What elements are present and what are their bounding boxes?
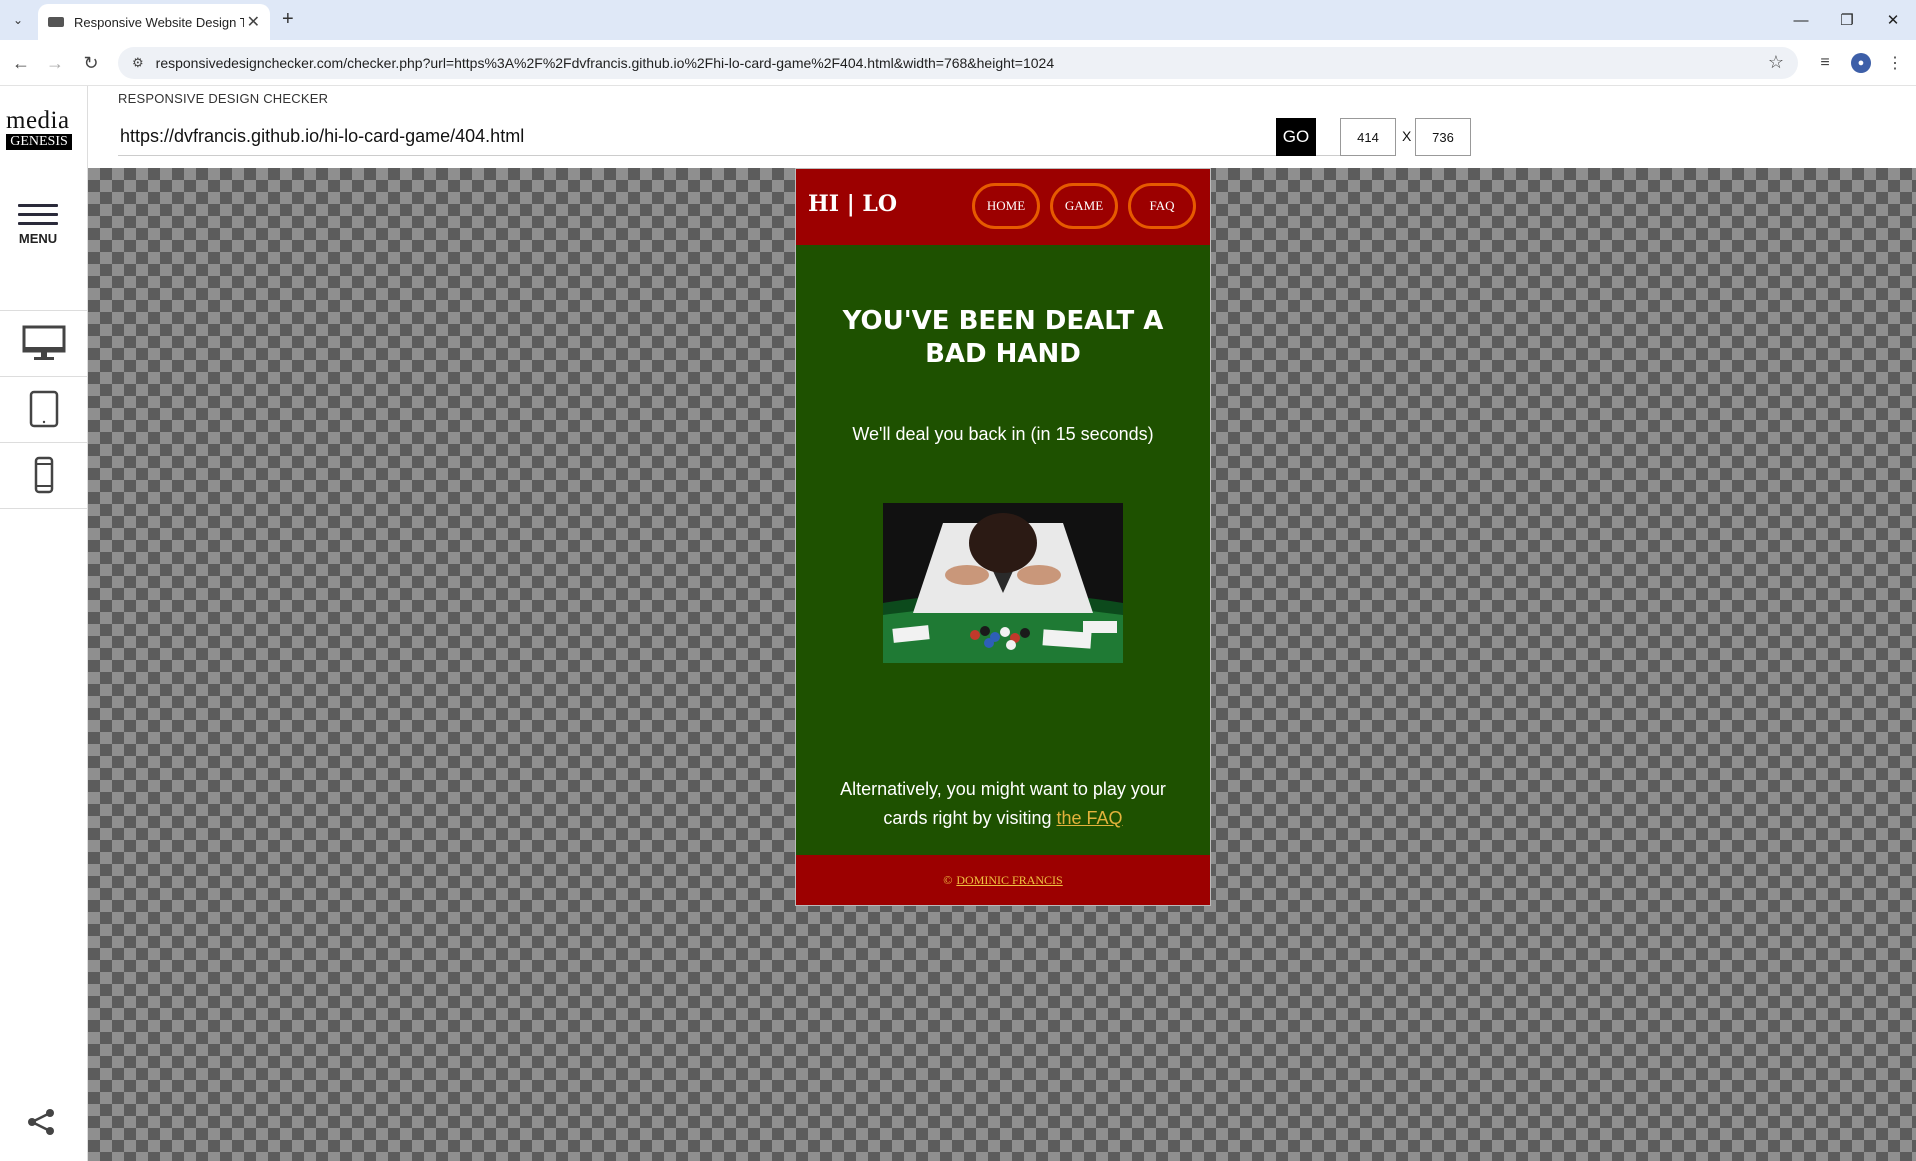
nav-home-button[interactable]: HOME xyxy=(972,183,1040,229)
desktop-icon xyxy=(22,325,66,360)
address-bar[interactable]: ⚙ responsivedesignchecker.com/checker.ph… xyxy=(118,47,1798,79)
nav-faq-button[interactable]: FAQ xyxy=(1128,183,1196,229)
site-navbar: HI | LO HOME GAME FAQ xyxy=(796,169,1210,245)
site-footer: © DOMINIC FRANCIS xyxy=(796,855,1210,905)
restore-icon[interactable]: ❐ xyxy=(1824,0,1870,40)
faq-suggestion: Alternatively, you might want to play yo… xyxy=(826,775,1180,833)
tab-title: Responsive Website Design Tes xyxy=(74,14,244,30)
error-heading: YOU'VE BEEN DEALT A BAD HAND xyxy=(842,306,1164,369)
checker-title: RESPONSIVE DESIGN CHECKER xyxy=(118,91,329,106)
site-brand[interactable]: HI | LO xyxy=(808,191,897,217)
site-main: YOU'VE BEEN DEALT A BAD HAND We'll deal … xyxy=(796,245,1210,855)
new-tab-icon[interactable]: + xyxy=(282,8,294,31)
profile-icon[interactable]: ● xyxy=(1848,50,1874,76)
window-controls: — ❐ ✕ xyxy=(1778,0,1916,40)
bad-hand-photo xyxy=(883,503,1123,663)
author-link[interactable]: DOMINIC FRANCIS xyxy=(956,873,1062,888)
menu-button[interactable]: MENU xyxy=(14,204,62,246)
width-input[interactable] xyxy=(1340,118,1396,156)
hamburger-icon xyxy=(14,204,62,225)
go-button[interactable]: GO xyxy=(1276,118,1316,156)
tablet-icon xyxy=(29,390,59,428)
checker-header: RESPONSIVE DESIGN CHECKER GO X xyxy=(88,86,1916,168)
height-input[interactable] xyxy=(1415,118,1471,156)
desktop-view-button[interactable] xyxy=(0,311,88,375)
tab-favicon-icon xyxy=(48,17,64,27)
tab-bar: ⌄ Responsive Website Design Tes ✕ + — ❐ … xyxy=(0,0,1916,40)
browser-menu-icon[interactable]: ⋮ xyxy=(1882,50,1908,76)
share-icon[interactable] xyxy=(26,1108,56,1141)
address-bar-url: responsivedesignchecker.com/checker.php?… xyxy=(155,55,1055,71)
reload-icon[interactable]: ↻ xyxy=(78,50,104,76)
browser-tab[interactable]: Responsive Website Design Tes ✕ xyxy=(38,4,270,40)
tab-search-icon[interactable]: ⌄ xyxy=(6,8,30,32)
tablet-view-button[interactable] xyxy=(0,377,88,441)
logo-top-text: media xyxy=(6,107,70,134)
close-tab-icon[interactable]: ✕ xyxy=(247,12,260,32)
media-controls-icon[interactable]: ≡ xyxy=(1812,50,1838,76)
media-genesis-logo[interactable]: media GENESIS xyxy=(6,107,72,150)
sidebar-divider xyxy=(0,508,88,509)
forward-icon[interactable]: → xyxy=(42,50,68,76)
browser-toolbar: ← → ↻ ⚙ responsivedesignchecker.com/chec… xyxy=(0,40,1916,86)
mobile-icon xyxy=(34,456,54,494)
site-info-icon[interactable]: ⚙ xyxy=(132,55,144,71)
checker-sidebar: media GENESIS MENU xyxy=(0,86,88,1161)
checker-url-input[interactable] xyxy=(118,118,1368,156)
redirect-notice: We'll deal you back in (in 15 seconds) xyxy=(852,424,1154,444)
menu-label: MENU xyxy=(18,231,58,246)
copyright-symbol: © xyxy=(943,872,953,887)
logo-bottom-text: GENESIS xyxy=(6,134,72,150)
bookmark-star-icon[interactable]: ☆ xyxy=(1768,52,1784,73)
preview-frame: HI | LO HOME GAME FAQ YOU'VE BEEN DEALT … xyxy=(795,168,1211,906)
minimize-icon[interactable]: — xyxy=(1778,0,1824,40)
close-window-icon[interactable]: ✕ xyxy=(1870,0,1916,40)
back-icon[interactable]: ← xyxy=(8,50,34,76)
mobile-view-button[interactable] xyxy=(0,443,88,507)
dimension-separator: X xyxy=(1402,128,1412,144)
faq-link[interactable]: the FAQ xyxy=(1057,808,1123,828)
nav-game-button[interactable]: GAME xyxy=(1050,183,1118,229)
